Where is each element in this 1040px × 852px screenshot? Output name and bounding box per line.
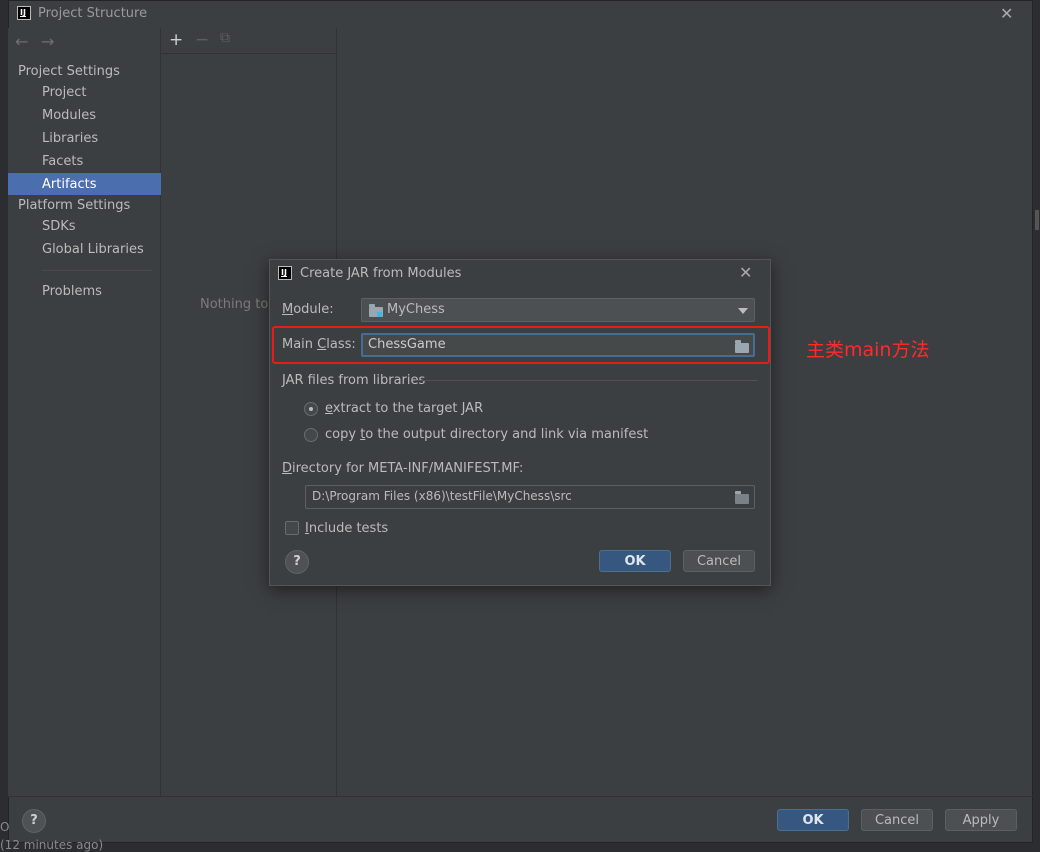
add-icon[interactable]: + (169, 30, 183, 50)
annotation-text: 主类main方法 (806, 339, 930, 361)
window-titlebar: IJ Project Structure ✕ (8, 0, 1033, 28)
dialog-help-button[interactable]: ? (285, 550, 309, 574)
chevron-down-icon[interactable] (738, 308, 748, 314)
manifest-dir-field[interactable]: D:\Program Files (x86)\testFile\MyChess\… (305, 485, 755, 509)
window-close-icon[interactable]: ✕ (1000, 4, 1013, 23)
annotation-highlight-box (272, 326, 770, 364)
empty-state-text: Nothing to s (200, 297, 280, 312)
bottom-divider (8, 796, 1033, 797)
module-badge-icon (377, 312, 382, 317)
include-tests-checkbox[interactable] (285, 521, 299, 535)
nav-section-platform-settings: Platform Settings (18, 198, 131, 213)
copy-radio-label[interactable]: copy to the output directory and link vi… (325, 427, 648, 442)
dialog-intellij-logo-icon: IJ (278, 266, 292, 280)
extract-radio-label[interactable]: extract to the target JAR (325, 401, 483, 416)
module-value: MyChess (387, 302, 445, 317)
dialog-close-icon[interactable]: ✕ (739, 263, 752, 282)
manifest-browse-folder-icon[interactable] (735, 491, 749, 504)
nav-item-artifacts[interactable]: Artifacts (42, 177, 97, 192)
manifest-dir-value: D:\Program Files (x86)\testFile\MyChess\… (312, 489, 572, 503)
apply-button[interactable]: Apply (945, 809, 1017, 831)
window-edge-marker (1035, 210, 1039, 230)
nav-item-project[interactable]: Project (42, 85, 86, 100)
nav-item-global-libraries[interactable]: Global Libraries (42, 242, 144, 257)
extract-radio[interactable] (304, 402, 318, 416)
status-timestamp: (12 minutes ago) (0, 838, 104, 852)
window-title: Project Structure (38, 6, 148, 21)
cancel-button[interactable]: Cancel (861, 809, 933, 831)
intellij-logo-icon: IJ (17, 6, 31, 20)
remove-icon[interactable]: − (195, 30, 209, 50)
ok-button[interactable]: OK (777, 809, 849, 831)
dialog-title: Create JAR from Modules (300, 266, 462, 281)
dialog-ok-button[interactable]: OK (599, 550, 671, 572)
jar-files-group-title: JAR files from libraries (282, 373, 426, 388)
nav-item-problems[interactable]: Problems (42, 284, 102, 299)
nav-divider (42, 270, 152, 271)
module-folder-icon (369, 304, 383, 317)
copy-radio[interactable] (304, 428, 318, 442)
toolbar-divider (162, 53, 337, 54)
include-tests-label[interactable]: Include tests (305, 521, 388, 536)
nav-item-libraries[interactable]: Libraries (42, 131, 98, 146)
nav-item-sdks[interactable]: SDKs (42, 219, 76, 234)
module-combobox[interactable]: MyChess (361, 298, 755, 322)
manifest-dir-label: Directory for META-INF/MANIFEST.MF: (282, 461, 524, 476)
dialog-cancel-button[interactable]: Cancel (683, 550, 755, 572)
module-label: Module: (282, 302, 334, 317)
nav-item-facets[interactable]: Facets (42, 154, 83, 169)
copy-icon[interactable]: ⧉ (220, 30, 230, 46)
back-arrow-icon[interactable]: ← (15, 32, 28, 51)
forward-arrow-icon[interactable]: → (41, 32, 54, 51)
background-edge-text: O (0, 820, 10, 834)
nav-item-modules[interactable]: Modules (42, 108, 96, 123)
group-divider (415, 380, 758, 381)
help-button[interactable]: ? (22, 809, 46, 833)
nav-section-project-settings: Project Settings (18, 64, 120, 79)
